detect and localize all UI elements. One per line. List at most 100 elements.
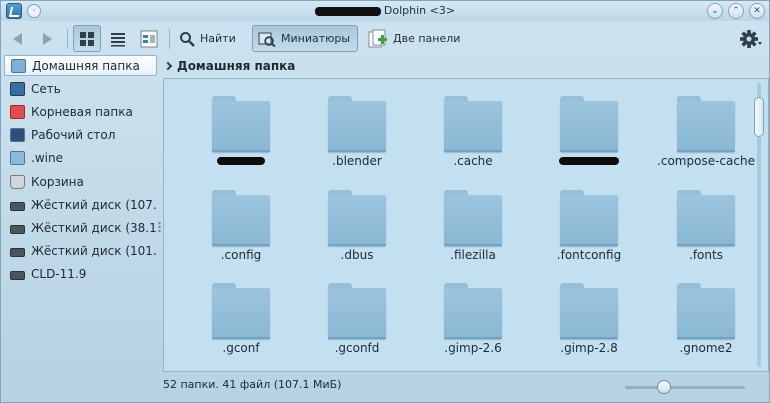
forward-button[interactable] [37,25,57,52]
zoom-slider-track[interactable] [625,386,745,389]
find-label: Найти [200,32,236,45]
folder-icon [444,96,502,152]
place-label: .wine [31,151,63,166]
home-icon [11,58,26,73]
place-item[interactable]: Жёсткий диск (38.1... [4,217,157,238]
minimize-button[interactable]: ⌄ [707,3,723,19]
zoom-slider-handle[interactable] [656,380,671,394]
file-view[interactable]: .blender .cache .compose-cache .config .dbus… [163,78,769,372]
folder-item[interactable]: .fonts [656,173,756,265]
folder-item[interactable]: .config [191,173,291,265]
dolphin-window: · Dolphin <3> ⌄ ⌃ ✕ Найти Миниатюры Две … [0,0,770,403]
folder-icon [212,283,270,339]
folder-item[interactable] [539,79,639,171]
folder-icon [444,283,502,339]
folder-icon [560,190,618,246]
folder-item[interactable]: .filezilla [423,173,523,265]
network-icon [10,81,25,96]
folder-name: .blender [332,154,382,168]
folder-icon [328,283,386,339]
breadcrumb-arrow-icon[interactable] [163,61,173,71]
window-title-text: Dolphin <3> [383,4,456,17]
find-button[interactable]: Найти [175,25,243,52]
panel-splitter[interactable] [158,221,161,233]
place-label: Корзина [31,174,84,189]
icons-view-button[interactable] [73,25,101,52]
folder-item[interactable]: .fontconfig [539,173,639,265]
folder-icon [328,190,386,246]
desktop-icon [10,128,25,143]
toolbar: Найти Миниатюры Две панели [1,21,769,55]
place-item[interactable]: Жёсткий диск (107.... [4,194,157,215]
folder-item[interactable]: .gnome2 [656,266,756,358]
place-label: Жёсткий диск (107.... [31,197,157,212]
place-label: CLD-11.9 [31,267,87,282]
toolbar-separator [169,29,170,49]
back-button[interactable] [7,25,27,52]
folder-icon [444,190,502,246]
split-view-button[interactable]: Две панели [365,25,465,52]
folder-item[interactable]: .gconfd [307,266,407,358]
window-title: Dolphin <3> [1,4,769,17]
folder-icon [560,96,618,152]
gear-icon [740,29,762,48]
scrollbar-thumb[interactable] [754,97,764,137]
harddisk-icon [10,271,25,281]
folder-name: .cache [453,154,493,168]
harddisk-icon [10,224,25,234]
folder-icon [212,96,270,152]
status-text: 52 папки. 41 файл (107.1 МиБ) [163,378,342,391]
folder-name: .fonts [689,248,723,262]
folder-item[interactable]: .gconf [191,266,291,358]
folder-item[interactable]: .dbus [307,173,407,265]
folder-item[interactable]: .gimp-2.8 [539,266,639,358]
folder-name: .fontconfig [556,248,622,262]
place-label: Жёсткий диск (101.... [31,244,157,259]
title-bar[interactable]: · Dolphin <3> ⌄ ⌃ ✕ [1,1,769,21]
folder-item[interactable] [191,79,291,171]
breadcrumb-current[interactable]: Домашняя папка [177,59,295,73]
forward-arrow-icon [42,32,52,45]
trash-icon [10,174,25,189]
columns-view-button[interactable] [135,25,163,52]
zoom-slider[interactable] [625,380,745,394]
folder-name: .gconfd [334,341,380,355]
folder-name: .gnome2 [679,341,733,355]
details-view-button[interactable] [104,25,132,52]
preview-icon [258,32,276,47]
folder-icon [328,96,386,152]
folder-item[interactable]: .gimp-2.6 [423,266,523,358]
root-folder-icon [10,104,25,119]
close-button[interactable]: ✕ [749,3,765,19]
harddisk-icon [10,201,25,211]
folder-icon [560,283,618,339]
place-label: Рабочий стол [31,128,116,143]
place-label: Сеть [31,81,61,96]
place-item[interactable]: CLD-11.9 [4,264,157,285]
breadcrumb[interactable]: Домашняя папка [163,56,769,76]
place-item[interactable]: Корзина [4,171,157,192]
place-item[interactable]: Рабочий стол [4,125,157,146]
place-item[interactable]: Домашняя папка [4,55,157,76]
folder-item[interactable]: .compose-cache [656,79,756,171]
folder-name: .compose-cache [657,154,755,168]
place-label: Домашняя папка [32,58,140,73]
redaction-mark [217,157,265,165]
place-item[interactable]: Жёсткий диск (101.... [4,241,157,262]
place-item[interactable]: Сеть [4,78,157,99]
preview-toggle-button[interactable]: Миниатюры [252,25,358,52]
folder-icon [212,190,270,246]
folder-item[interactable]: .blender [307,79,407,171]
folder-item[interactable]: .cache [423,79,523,171]
folder-name: .config [220,248,262,262]
maximize-button[interactable]: ⌃ [728,3,744,19]
place-item[interactable]: Корневая папка [4,101,157,122]
place-item[interactable]: .wine [4,148,157,169]
preview-label: Миниатюры [281,32,351,45]
vertical-scrollbar[interactable] [753,83,765,367]
place-label: Жёсткий диск (38.1... [31,220,157,235]
settings-button[interactable] [737,25,765,52]
folder-name: .gimp-2.8 [560,341,618,355]
redacted-folder-name [217,154,265,168]
search-icon [180,31,195,47]
